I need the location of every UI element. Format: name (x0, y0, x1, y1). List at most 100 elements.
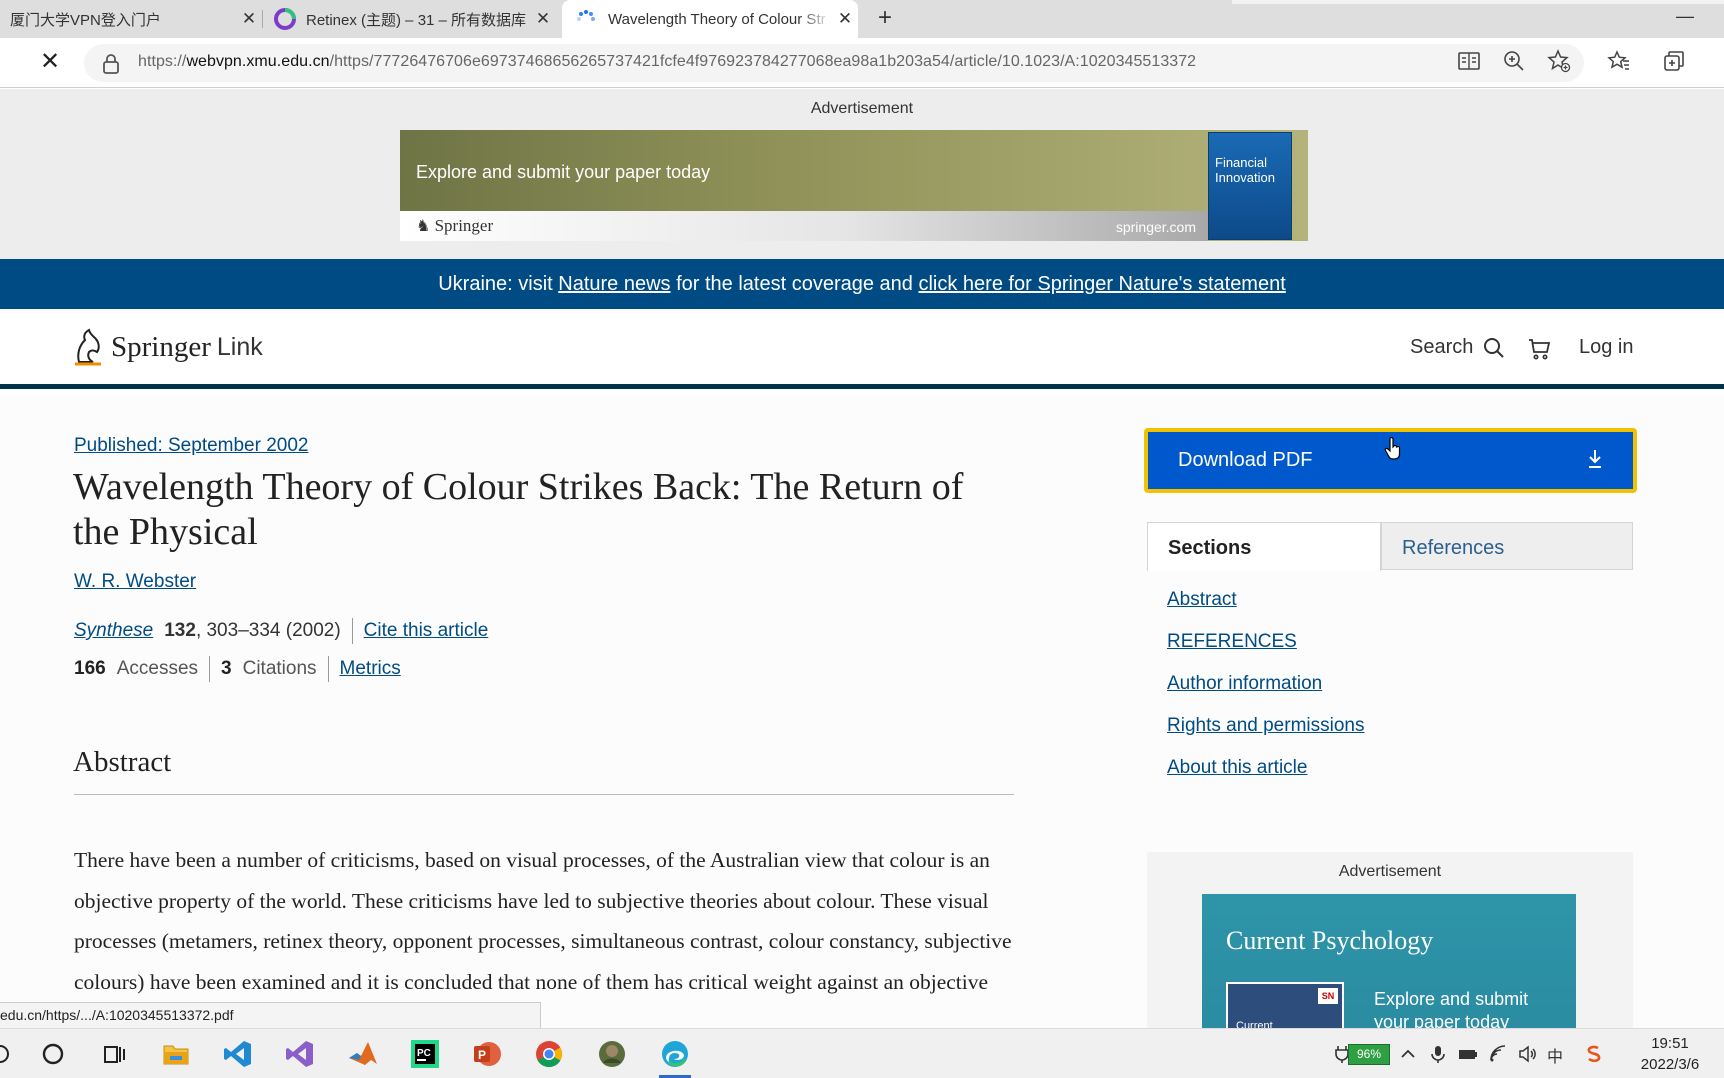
favorites-icon[interactable] (1607, 49, 1631, 73)
section-link-rights-permissions[interactable]: Rights and permissions (1167, 715, 1364, 737)
divider (209, 656, 211, 682)
nature-news-link[interactable]: Nature news (558, 273, 670, 295)
section-link-abstract[interactable]: Abstract (1167, 589, 1237, 611)
search-label: Search (1410, 336, 1474, 358)
tab-retinex[interactable]: Retinex (主题) – 31 – 所有数据库 ✕ (266, 0, 556, 38)
url-text[interactable]: https://webvpn.xmu.edu.cn/https/77726476… (138, 53, 1196, 71)
hand-cursor-icon (1384, 437, 1401, 460)
springer-statement-link[interactable]: click here for Springer Nature's stateme… (918, 273, 1285, 295)
task-view-icon[interactable] (98, 1038, 130, 1070)
svg-text:P: P (478, 1048, 486, 1062)
journal-pages: , 303–334 (2002) (195, 620, 341, 641)
database-site-icon (274, 8, 296, 30)
citations-label: Citations (242, 658, 317, 679)
notice-prefix: Ukraine: visit (438, 273, 559, 295)
published-date-link[interactable]: Published: September 2002 (74, 435, 309, 457)
cart-icon[interactable] (1528, 337, 1552, 361)
ad-banner[interactable]: Explore and submit your paper today ♞ Sp… (400, 130, 1308, 241)
system-clock[interactable]: 19:51 2022/3/6 (1620, 1033, 1720, 1075)
file-explorer-icon[interactable] (160, 1038, 192, 1070)
login-link[interactable]: Log in (1579, 336, 1634, 359)
author-link[interactable]: W. R. Webster (74, 571, 196, 593)
cortana-icon[interactable] (37, 1038, 69, 1070)
header-search-button[interactable]: Search (1410, 336, 1505, 359)
link-status-tooltip: edu.cn/https/.../A:1020345513372.pdf (0, 1002, 541, 1029)
url-path: /https/77726476706e69737468656265737421f… (329, 53, 1197, 70)
battery-tray-icon[interactable] (1458, 1044, 1478, 1064)
article-metrics-line: 166 Accesses 3 Citations Metrics (74, 656, 401, 682)
tab-title: 厦门大学VPN登入门户 (10, 11, 161, 29)
tab-wavelength-article[interactable]: Wavelength Theory of Colour Str ✕ (562, 0, 858, 38)
close-icon[interactable]: ✕ (832, 9, 858, 29)
download-pdf-label: Download PDF (1178, 449, 1313, 471)
springer-link-logo[interactable]: Springer Link (73, 327, 263, 367)
input-method-indicator[interactable]: 中 (1547, 1043, 1567, 1066)
minimize-button[interactable]: — (1676, 6, 1694, 27)
cite-article-link[interactable]: Cite this article (364, 620, 489, 642)
journal-link[interactable]: Synthese (74, 620, 153, 642)
pycharm-icon[interactable]: PC (409, 1038, 441, 1070)
divider (327, 656, 329, 682)
add-favorite-icon[interactable] (1547, 49, 1571, 73)
notice-middle: for the latest coverage and (670, 273, 919, 295)
collections-icon[interactable] (1662, 49, 1686, 73)
ad-banner-text: Explore and submit your paper today (416, 162, 711, 182)
svg-text:PC: PC (417, 1048, 431, 1059)
journal-citation-line: Synthese 132 , 303–334 (2002) Cite this … (74, 618, 488, 644)
site-header: Springer Link Search Log in (0, 309, 1724, 389)
powerpoint-icon[interactable]: P (471, 1038, 503, 1070)
ad-book-title: Financial Innovation (1215, 155, 1275, 185)
start-button-icon[interactable] (0, 1038, 16, 1070)
close-icon[interactable]: ✕ (530, 9, 556, 29)
matlab-icon[interactable] (347, 1038, 379, 1070)
battery-indicator[interactable]: 96% (1348, 1044, 1390, 1065)
window-top-strip (1232, 0, 1724, 4)
microphone-icon[interactable] (1428, 1044, 1448, 1064)
sogou-input-icon[interactable] (1584, 1044, 1604, 1064)
tab-title: Retinex (主题) – 31 – 所有数据库 (306, 11, 527, 29)
windows-taskbar: PC P 96% 中 19:51 2022/3/6 (0, 1028, 1724, 1078)
accesses-count: 166 (74, 658, 106, 679)
clock-date: 2022/3/6 (1640, 1056, 1700, 1073)
stop-loading-button[interactable]: ✕ (34, 46, 66, 78)
divider (351, 618, 353, 644)
tab-vpn-portal[interactable]: 厦门大学VPN登入门户 ✕ (0, 0, 262, 38)
new-tab-button[interactable]: + (870, 4, 900, 34)
section-link-about-article[interactable]: About this article (1167, 757, 1307, 779)
vscode-icon[interactable] (222, 1038, 254, 1070)
reader-view-icon[interactable] (1457, 49, 1481, 73)
logo-springer-text: Springer (111, 330, 211, 363)
section-link-author-information[interactable]: Author information (1167, 673, 1322, 695)
ad-book-title-line2: Innovation (1215, 170, 1275, 185)
sidebar-advertisement: Advertisement Current Psychology Current… (1147, 852, 1633, 1028)
top-advertisement: Advertisement Explore and submit your pa… (0, 89, 1724, 259)
section-link-references[interactable]: REFERENCES (1167, 631, 1297, 653)
citations-count: 3 (221, 658, 232, 679)
loading-spinner-icon (577, 10, 595, 21)
visual-studio-icon[interactable] (284, 1038, 316, 1070)
wifi-icon[interactable] (1489, 1044, 1509, 1064)
metrics-link[interactable]: Metrics (340, 658, 401, 680)
photo-app-icon[interactable] (596, 1038, 628, 1070)
url-field[interactable]: https://webvpn.xmu.edu.cn/https/77726476… (84, 44, 1584, 82)
ad-banner-footer: ♞ Springer springer.com (400, 211, 1208, 241)
volume-icon[interactable] (1518, 1044, 1538, 1064)
ad-book-title-line1: Financial (1215, 155, 1268, 170)
article-page: Published: September 2002 Wavelength The… (0, 394, 1724, 1028)
search-icon (1484, 337, 1505, 358)
sidebar-ad-book-cover: Current SN (1226, 982, 1344, 1028)
show-hidden-icons-chevron-icon[interactable] (1398, 1044, 1418, 1064)
article-title: Wavelength Theory of Colour Strikes Back… (73, 466, 964, 553)
edge-icon[interactable] (659, 1038, 691, 1070)
lock-icon[interactable] (102, 54, 120, 74)
accesses-label: Accesses (116, 658, 199, 679)
sidebar-ad-banner[interactable]: Current Psychology Current SN Explore an… (1202, 894, 1576, 1028)
springer-horse-logo-icon (75, 328, 101, 366)
abstract-heading: Abstract (73, 746, 172, 778)
abstract-divider (74, 794, 1014, 795)
chrome-icon[interactable] (533, 1038, 565, 1070)
zoom-icon[interactable] (1502, 49, 1526, 73)
tab-sections[interactable]: Sections (1147, 522, 1381, 571)
close-icon[interactable]: ✕ (236, 9, 262, 29)
tab-references[interactable]: References (1381, 522, 1633, 570)
